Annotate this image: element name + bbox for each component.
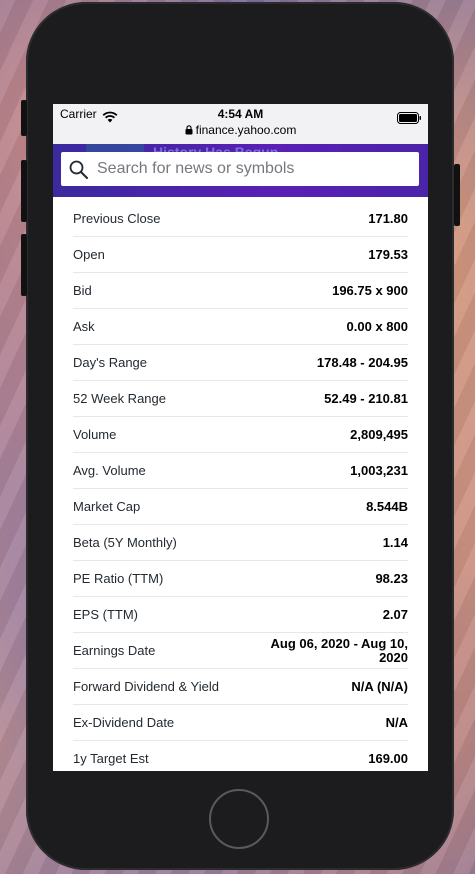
stat-label: Previous Close xyxy=(73,210,161,226)
stat-value: 196.75 x 900 xyxy=(332,283,408,298)
table-row: Ex-Dividend Date N/A xyxy=(73,704,408,740)
lock-icon xyxy=(185,124,193,138)
table-row: Previous Close 171.80 xyxy=(73,200,408,236)
address-bar[interactable]: finance.yahoo.com xyxy=(53,123,428,138)
stat-label: Earnings Date xyxy=(73,643,156,658)
site-header: History Has Begun xyxy=(53,144,428,197)
stat-value: 52.49 - 210.81 xyxy=(324,391,408,406)
table-row: EPS (TTM) 2.07 xyxy=(73,596,408,632)
table-row: Market Cap 8.544B xyxy=(73,488,408,524)
quote-summary-table: Previous Close 171.80 Open 179.53 Bid 19… xyxy=(73,200,408,771)
stat-label: Volume xyxy=(73,427,117,442)
table-row: Ask 0.00 x 800 xyxy=(73,308,408,344)
table-row: Open 179.53 xyxy=(73,236,408,272)
volume-down-button xyxy=(21,234,27,296)
search-box[interactable] xyxy=(61,152,419,186)
stat-value: 171.80 xyxy=(368,210,408,226)
table-row: Day's Range 178.48 - 204.95 xyxy=(73,344,408,380)
table-row: Avg. Volume 1,003,231 xyxy=(73,452,408,488)
table-row: Bid 196.75 x 900 xyxy=(73,272,408,308)
stat-label: Avg. Volume xyxy=(73,463,146,478)
stat-label: PE Ratio (TTM) xyxy=(73,571,164,586)
article-thumbnail-peek xyxy=(86,144,144,152)
stat-value: 1.14 xyxy=(382,535,408,550)
stat-label: Market Cap xyxy=(73,499,141,514)
stat-value: N/A (N/A) xyxy=(351,679,408,694)
stat-value: 169.00 xyxy=(368,751,408,766)
stat-value: 98.23 xyxy=(375,571,408,586)
stat-value: N/A xyxy=(385,715,408,730)
screen: Carrier 4:54 AM finance.yahoo.com Search… xyxy=(53,104,428,771)
stat-label: Ex-Dividend Date xyxy=(73,715,175,730)
table-row: Beta (5Y Monthly) 1.14 xyxy=(73,524,408,560)
status-bar: Carrier 4:54 AM finance.yahoo.com xyxy=(53,104,428,144)
mute-switch xyxy=(21,100,27,136)
stat-value: 179.53 xyxy=(368,247,408,262)
stat-label: Ask xyxy=(73,319,95,334)
stat-value: 178.48 - 204.95 xyxy=(316,355,408,370)
stat-label: Open xyxy=(73,247,105,262)
stat-value: 2,809,495 xyxy=(350,427,408,442)
stat-value: 1,003,231 xyxy=(350,463,408,478)
stat-label: Beta (5Y Monthly) xyxy=(73,535,177,550)
table-row: PE Ratio (TTM) 98.23 xyxy=(73,560,408,596)
stat-label: Forward Dividend & Yield xyxy=(73,679,219,694)
stat-value: Aug 06, 2020 - Aug 10, 2020 xyxy=(270,635,408,665)
status-time: 4:54 AM xyxy=(217,107,264,121)
volume-up-button xyxy=(21,160,27,222)
stat-value: 0.00 x 800 xyxy=(346,319,408,334)
table-row: 52 Week Range 52.49 - 210.81 xyxy=(73,380,408,416)
table-row: Earnings Date Aug 06, 2020 - Aug 10, 202… xyxy=(73,632,408,668)
url-text: finance.yahoo.com xyxy=(195,123,297,137)
stat-label: EPS (TTM) xyxy=(73,607,138,622)
table-row: 1y Target Est 169.00 xyxy=(73,740,408,771)
power-button xyxy=(454,164,460,226)
search-icon xyxy=(69,160,88,183)
search-input[interactable] xyxy=(97,152,407,186)
stat-label: 52 Week Range xyxy=(73,391,166,406)
stat-value: 2.07 xyxy=(382,607,408,622)
stat-label: 1y Target Est xyxy=(73,751,149,766)
table-row: Forward Dividend & Yield N/A (N/A) xyxy=(73,668,408,704)
stat-value: 8.544B xyxy=(366,499,408,514)
table-row: Volume 2,809,495 xyxy=(73,416,408,452)
stat-label: Day's Range xyxy=(73,355,148,370)
home-button[interactable] xyxy=(209,789,269,849)
stat-label: Bid xyxy=(73,283,92,298)
